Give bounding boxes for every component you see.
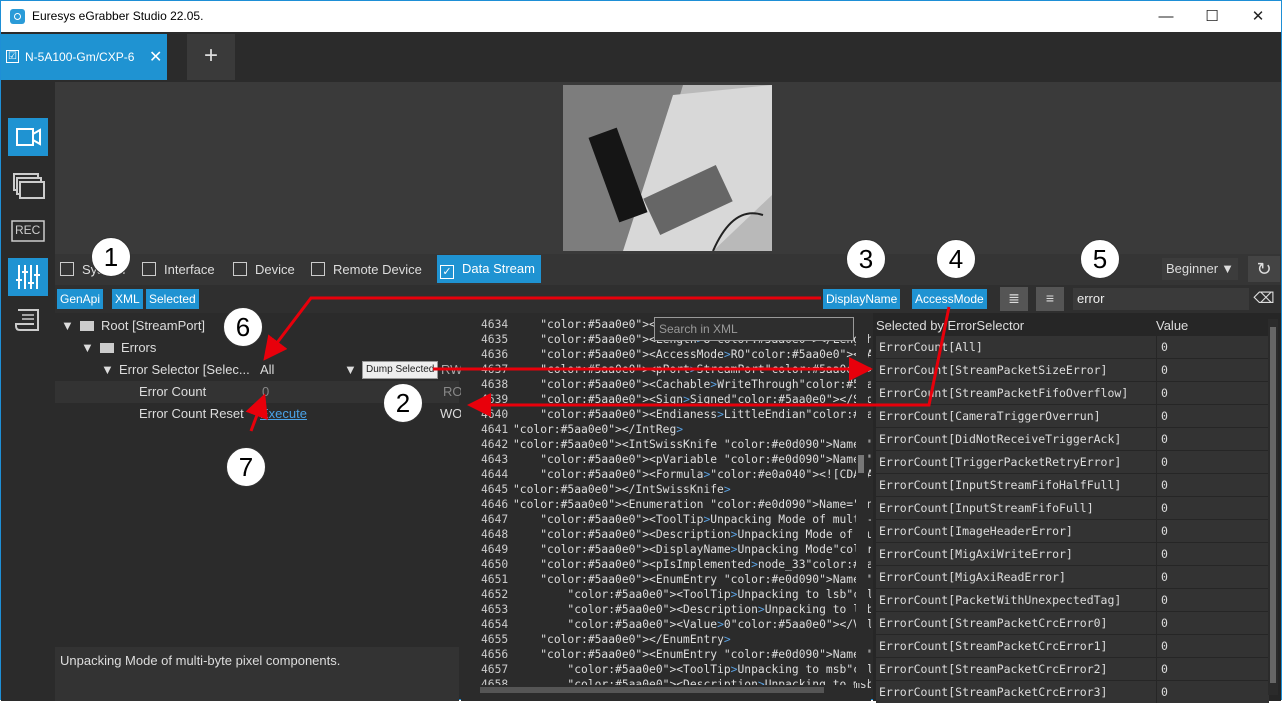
annotation-arrow: [245, 393, 268, 432]
callout-4: 4: [936, 239, 976, 279]
annotation-arrow: [467, 306, 951, 417]
annotation-arrow: [263, 296, 821, 361]
callout-5: 5: [1080, 239, 1120, 279]
callout-1: 1: [91, 237, 131, 277]
callout-3: 3: [846, 239, 886, 279]
callout-2: 2: [383, 383, 423, 423]
app-window: Euresys eGrabber Studio 22.05. — ☐ ✕ ☑ N…: [0, 0, 1282, 703]
annotation-overlay: [245, 296, 951, 432]
callout-7: 7: [226, 447, 266, 487]
callout-6: 6: [223, 307, 263, 347]
